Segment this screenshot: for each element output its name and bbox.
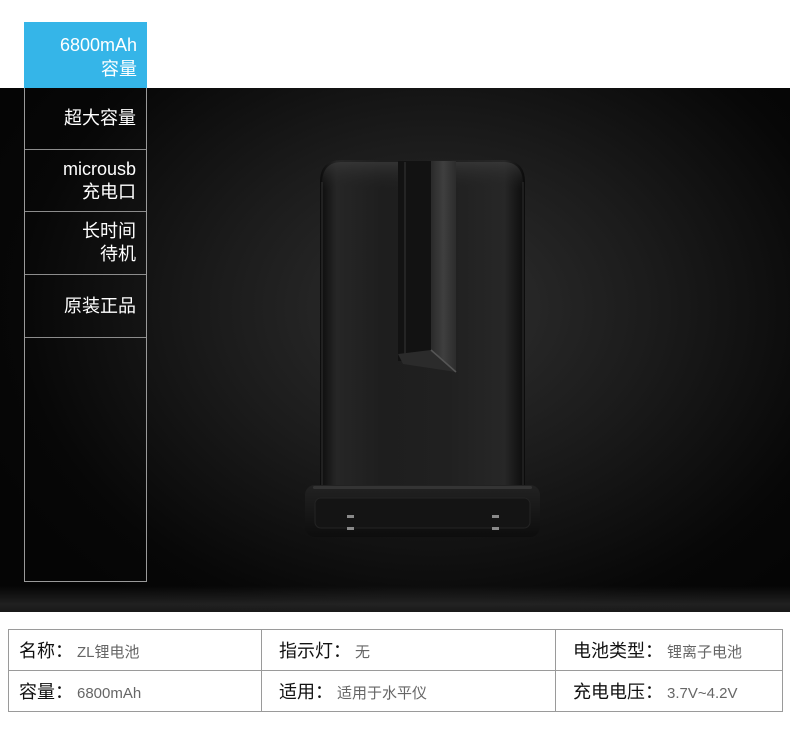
menu-item-genuine: 原装正品 (25, 275, 146, 338)
spec-cell-battery-type: 电池类型： 锂离子电池 (555, 629, 783, 671)
menu-item-label: 待机 (100, 244, 136, 264)
battery-contact-hole (492, 527, 499, 530)
spec-cell-capacity: 容量： 6800mAh (8, 670, 262, 712)
spec-cell-name: 名称： ZL锂电池 (8, 629, 262, 671)
battery-contact-hole (347, 515, 354, 518)
menu-item-label: 原装正品 (64, 295, 136, 316)
tab-capacity-active: 6800mAh 容量 (24, 22, 147, 88)
spec-table: 名称： ZL锂电池 指示灯：无 电池类型： 锂离子电池 容量： 6800mAh 适用：… (8, 629, 783, 712)
feature-menu: 超大容量 microusb 充电口 长时间 待机 原装正品 (24, 88, 147, 582)
battery-base-lip (314, 497, 531, 529)
spec-label: 名称： (19, 641, 73, 661)
menu-item-label: 长时间 (82, 221, 136, 241)
menu-item-microusb-charging: microusb 充电口 (25, 150, 146, 212)
tab-line-1: 6800mAh (59, 35, 137, 55)
spec-label: 电池类型： (573, 641, 663, 661)
spec-label: 适用： (279, 682, 333, 702)
spec-value: 无 (355, 644, 371, 661)
spec-value: ZL锂电池 (77, 644, 140, 661)
menu-item-label: 充电口 (82, 181, 136, 202)
battery-groove-lit-wall (431, 161, 456, 372)
battery-base-highlight (313, 486, 532, 489)
battery-image (305, 160, 540, 537)
menu-item-long-standby: 长时间 待机 (25, 212, 146, 275)
spec-value: 适用于水平仪 (337, 685, 428, 702)
battery-contact-hole (492, 515, 499, 518)
menu-item-large-capacity: 超大容量 (25, 88, 146, 150)
spec-label: 充电电压： (573, 682, 663, 702)
spec-label: 容量： (19, 682, 73, 702)
spec-cell-application: 适用： 适用于水平仪 (261, 670, 556, 712)
menu-item-label: microusb (62, 158, 136, 179)
spec-value: 锂离子电池 (667, 644, 743, 661)
tab-line-2: 容量 (101, 59, 137, 79)
table-row: 名称： ZL锂电池 指示灯：无 电池类型： 锂离子电池 (8, 629, 783, 671)
spec-value: 3.7V~4.2V (667, 685, 738, 702)
spec-cell-charging-voltage: 充电电压： 3.7V~4.2V (555, 670, 783, 712)
spec-value: 6800mAh (77, 685, 142, 702)
battery-contact-hole (347, 527, 354, 530)
spec-label: 指示灯： (279, 641, 351, 661)
table-row: 容量： 6800mAh 适用： 适用于水平仪 充电电压： 3.7V~4.2V (8, 670, 783, 712)
spec-cell-indicator: 指示灯：无 (261, 629, 556, 671)
menu-item-label: 超大容量 (64, 108, 136, 128)
